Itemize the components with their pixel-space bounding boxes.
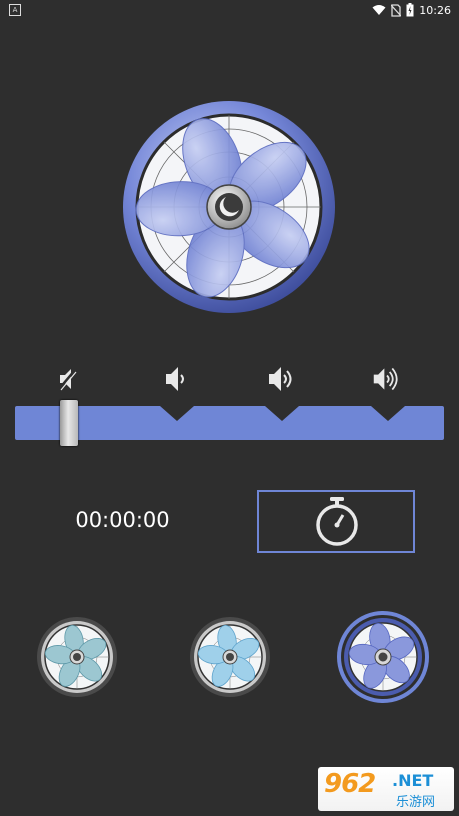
watermark-suffix: .NET [392, 771, 434, 790]
watermark-brand: 962 [324, 769, 376, 799]
speaker-low-icon[interactable] [161, 364, 191, 394]
speed-slider-track[interactable] [15, 406, 444, 440]
site-watermark: 962 .NET 乐游网 [318, 767, 454, 811]
watermark-site: 乐游网 [396, 795, 436, 810]
speaker-medium-icon[interactable] [266, 364, 296, 394]
status-bar: A 10:26 [0, 0, 459, 20]
app-notification-icon: A [9, 4, 21, 16]
timer-display: 00:00:00 [75, 508, 170, 532]
status-icons: 10:26 [372, 2, 451, 18]
fan-style-teal[interactable] [36, 616, 118, 698]
no-sim-icon [391, 3, 402, 17]
speaker-mute-icon[interactable] [54, 364, 84, 394]
wifi-icon [372, 5, 386, 15]
timer-button[interactable] [257, 490, 415, 553]
battery-charging-icon [406, 3, 414, 17]
main-fan[interactable] [122, 100, 336, 314]
speed-slider-thumb[interactable] [60, 400, 78, 446]
speaker-high-icon[interactable] [372, 364, 402, 394]
fan-style-light-blue[interactable] [189, 616, 271, 698]
stopwatch-icon [316, 497, 358, 546]
fan-style-purple-blue-selected[interactable] [336, 610, 430, 704]
clock: 10:26 [419, 3, 451, 17]
